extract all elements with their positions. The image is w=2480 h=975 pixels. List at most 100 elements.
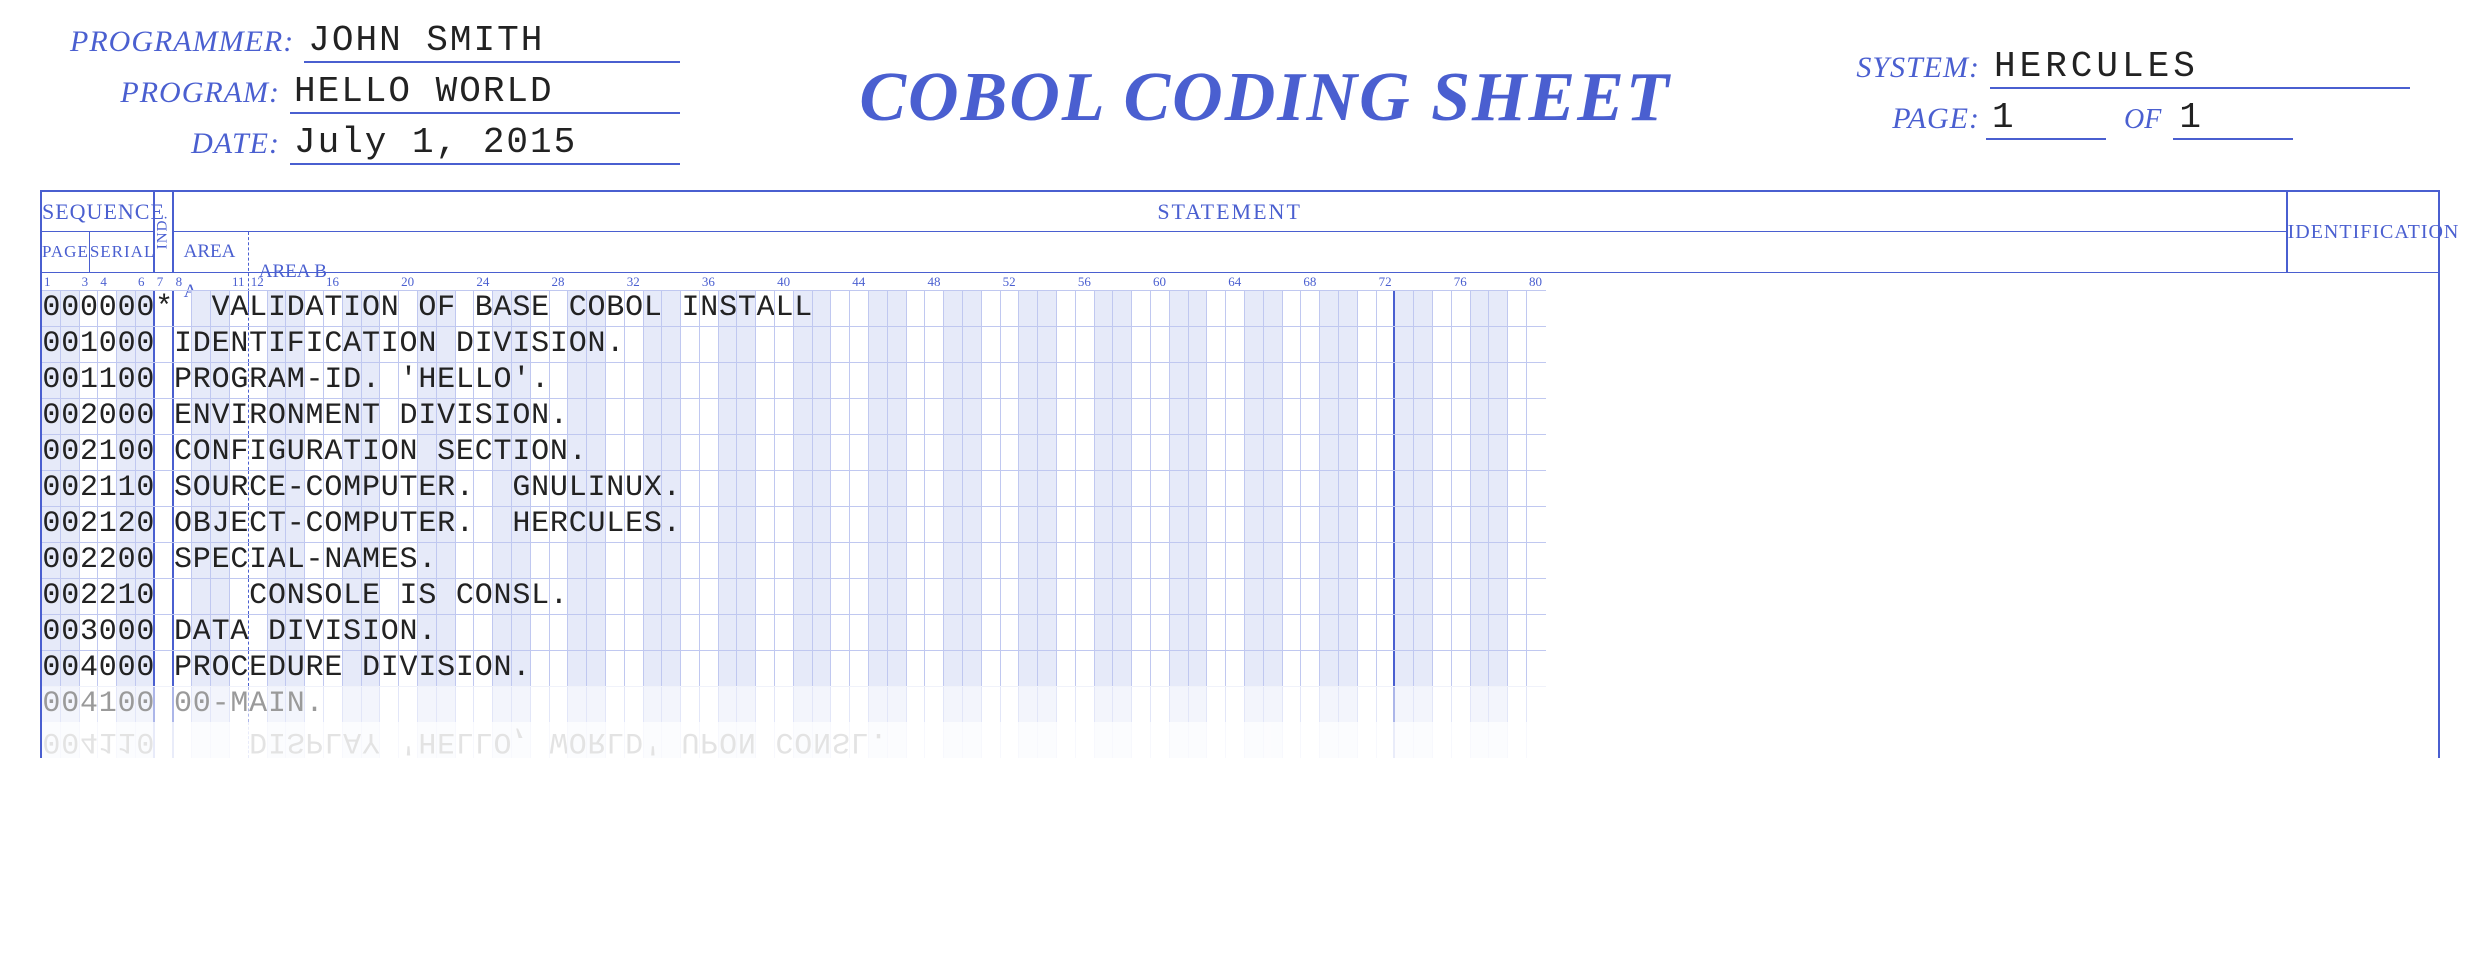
cell (1226, 650, 1245, 686)
cell (1245, 650, 1264, 686)
cell (1057, 650, 1076, 686)
cell (1433, 722, 1452, 758)
cell: 1 (98, 686, 117, 722)
cell (1320, 506, 1339, 542)
cell (1433, 650, 1452, 686)
cell (1527, 722, 1546, 758)
cell (1527, 470, 1546, 506)
cell (963, 506, 982, 542)
cell (1395, 506, 1414, 542)
code-row: 002100CONFIGURATIONSECTION. (42, 434, 2438, 470)
ruler-col-54 (1038, 273, 1057, 290)
cell (869, 326, 888, 362)
cell: E (380, 542, 399, 578)
cell (418, 434, 437, 470)
cell: I (362, 614, 381, 650)
cell (493, 470, 512, 506)
cell (1226, 614, 1245, 650)
cell (944, 614, 963, 650)
code-row: 00410000-MAIN. (42, 686, 2438, 722)
cell (644, 686, 663, 722)
cell: D (249, 722, 268, 758)
cell (737, 326, 756, 362)
cell (1076, 722, 1095, 758)
cell: I (380, 326, 399, 362)
cell (756, 722, 775, 758)
cell (700, 470, 719, 506)
cell: B (474, 290, 493, 326)
cell: 0 (61, 506, 80, 542)
cell (1019, 434, 1038, 470)
cell (925, 326, 944, 362)
cell (1527, 506, 1546, 542)
cell: 0 (61, 290, 80, 326)
cell (1264, 650, 1283, 686)
cell: S (531, 326, 550, 362)
cell (1189, 434, 1208, 470)
cell (1527, 290, 1546, 326)
cell (1226, 722, 1245, 758)
cell (700, 542, 719, 578)
ruler-col-64: 64 (1226, 273, 1245, 290)
cell (1207, 614, 1226, 650)
identification-header: IDENTIFICATION (2288, 192, 2438, 272)
cell (606, 362, 625, 398)
cell: C (249, 506, 268, 542)
cell (888, 326, 907, 362)
cell (1320, 470, 1339, 506)
sequence-header: SEQUENCE (42, 192, 153, 232)
cell: F (230, 434, 249, 470)
cell (1095, 470, 1114, 506)
cell (343, 686, 362, 722)
ruler-col-56: 56 (1076, 273, 1095, 290)
cell: 0 (117, 650, 136, 686)
cell (719, 578, 738, 614)
cell: C (249, 578, 268, 614)
cell: S (512, 290, 531, 326)
cell (1264, 362, 1283, 398)
ruler-col-17 (343, 273, 362, 290)
cell (1471, 578, 1490, 614)
ruler-col-14 (286, 273, 305, 290)
cell (869, 614, 888, 650)
code-row: 002110SOURCE-COMPUTER.GNULINUX. (42, 470, 2438, 506)
cell: T (343, 434, 362, 470)
cell: A (192, 614, 211, 650)
ruler-col-8: 8 (174, 273, 193, 290)
cell (587, 362, 606, 398)
ruler-col-30 (587, 273, 606, 290)
cell (944, 362, 963, 398)
cell (1283, 398, 1302, 434)
ruler-col-65 (1245, 273, 1264, 290)
cell (1471, 686, 1490, 722)
cell (850, 542, 869, 578)
cell: O (625, 290, 644, 326)
cell (644, 578, 663, 614)
cell: I (474, 326, 493, 362)
cell (1113, 722, 1132, 758)
cell (625, 578, 644, 614)
cell: S (286, 722, 305, 758)
cell (963, 722, 982, 758)
cell (775, 650, 794, 686)
cell: R (249, 398, 268, 434)
cell (1301, 326, 1320, 362)
cell (1377, 470, 1396, 506)
cell (982, 542, 1001, 578)
cell (794, 434, 813, 470)
cell: C (249, 470, 268, 506)
cell (1170, 290, 1189, 326)
cell (1189, 506, 1208, 542)
cell (869, 686, 888, 722)
cell (568, 578, 587, 614)
cell (963, 578, 982, 614)
cell (1170, 722, 1189, 758)
cell: S (512, 578, 531, 614)
cell: U (550, 470, 569, 506)
cell (1245, 434, 1264, 470)
cell: M (230, 686, 249, 722)
cell (1301, 722, 1320, 758)
cell: 0 (61, 470, 80, 506)
cell: 0 (136, 434, 155, 470)
cell: I (456, 398, 475, 434)
